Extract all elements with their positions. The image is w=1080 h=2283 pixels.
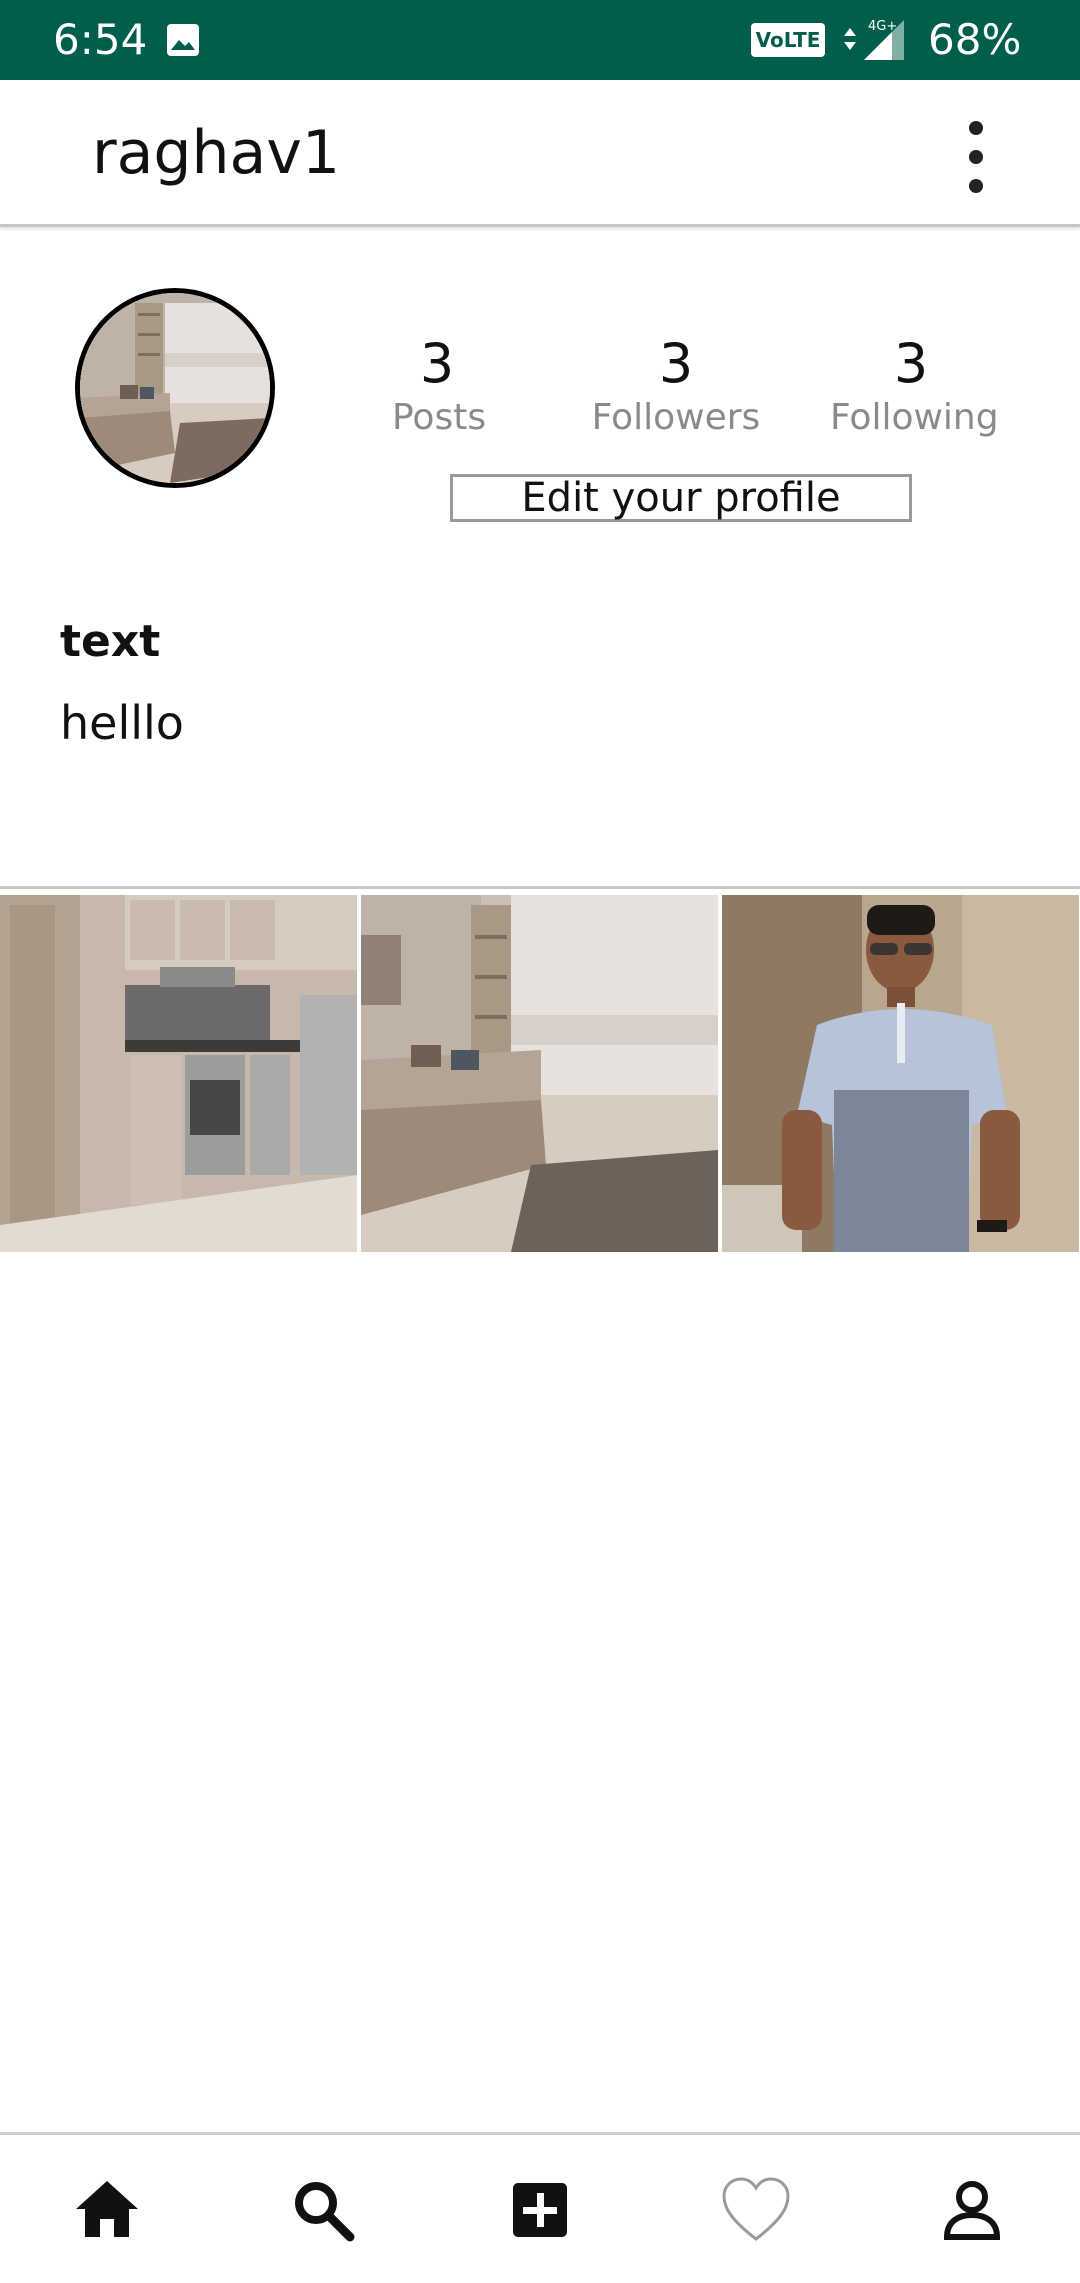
- bio-name: text: [60, 616, 161, 667]
- nav-activity[interactable]: [720, 2175, 792, 2245]
- battery-percent: 68%: [928, 15, 1022, 64]
- stat-followers[interactable]: 3 Followers: [580, 332, 772, 440]
- stat-following[interactable]: 3 Following: [830, 332, 999, 440]
- stat-posts[interactable]: 3 Posts: [392, 332, 487, 440]
- kitchen-photo-icon: [0, 895, 357, 1252]
- bottom-nav: [0, 2132, 1080, 2283]
- nav-home[interactable]: [72, 2175, 142, 2245]
- followers-label: Followers: [591, 397, 761, 438]
- post-thumbnail-2[interactable]: [361, 895, 718, 1252]
- nav-search[interactable]: [288, 2175, 358, 2245]
- heart-outline-icon: [722, 2177, 790, 2241]
- person-icon: [943, 2181, 1001, 2240]
- more-options-button[interactable]: [950, 112, 1002, 202]
- search-icon: [295, 2182, 355, 2242]
- following-label: Following: [830, 397, 999, 438]
- status-time: 6:54: [53, 15, 148, 64]
- home-icon: [76, 2181, 138, 2237]
- app-bar: raghav1: [0, 80, 1080, 227]
- following-count: 3: [893, 332, 929, 395]
- nav-profile[interactable]: [937, 2175, 1007, 2245]
- posts-grid: [0, 895, 1080, 1252]
- nav-add-post[interactable]: [505, 2175, 575, 2245]
- posts-count: 3: [419, 332, 455, 395]
- more-vert-icon: [969, 121, 983, 193]
- profile-username: raghav1: [92, 118, 340, 188]
- post-thumbnail-3[interactable]: [722, 895, 1079, 1252]
- network-type-label: 4G+: [868, 19, 897, 34]
- avatar[interactable]: [75, 288, 275, 488]
- living-room-photo-icon: [361, 895, 718, 1252]
- posts-label: Posts: [392, 397, 487, 438]
- signal-icon: 4G+: [840, 16, 910, 64]
- edit-profile-button[interactable]: Edit your profile: [450, 474, 912, 522]
- man-portrait-photo-icon: [722, 895, 1079, 1252]
- living-room-photo-icon: [80, 293, 270, 483]
- gallery-notification-icon: [165, 22, 201, 58]
- grid-divider: [0, 886, 1080, 889]
- followers-count: 3: [658, 332, 694, 395]
- status-bar: 6:54 VoLTE 4G+ 68%: [0, 0, 1080, 80]
- post-thumbnail-1[interactable]: [0, 895, 357, 1252]
- volte-badge: VoLTE: [751, 23, 825, 57]
- bio-text: helllo: [60, 696, 184, 750]
- add-box-icon: [513, 2183, 567, 2237]
